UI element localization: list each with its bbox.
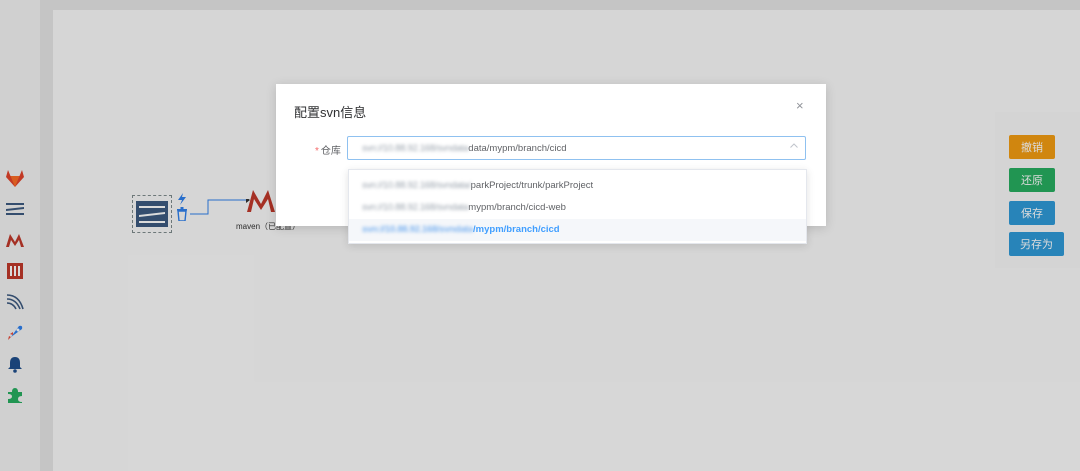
dialog-title: 配置svn信息 [294, 105, 367, 120]
dropdown-option-selected[interactable]: svn://10.88.92.168/svndata/mypm/branch/c… [349, 219, 806, 241]
dropdown-option[interactable]: svn://10.88.92.168/svndatamypm/branch/ci… [349, 197, 806, 219]
repository-select-value: svn://10.88.92.168/svndatadata/mypm/bran… [362, 143, 567, 154]
repository-select[interactable]: svn://10.88.92.168/svndatadata/mypm/bran… [347, 136, 806, 160]
option-text: mypm/branch/cicd-web [468, 202, 566, 213]
blurred-text: svn://10.88.92.168/svndata [362, 202, 469, 213]
repository-label-text: 仓库 [320, 146, 341, 157]
blurred-text: svn://10.88.92.168/svndata [362, 143, 469, 154]
select-value-text: data/mypm/branch/cicd [468, 143, 567, 154]
repository-label: * 仓库 [315, 142, 341, 157]
repository-form-row: * 仓库 svn://10.88.92.168/svndatadata/mypm/… [276, 136, 826, 161]
option-text: parkProject/trunk/parkProject [470, 180, 594, 191]
repository-dropdown: svn://10.88.92.168/svndata/parkProject/t… [348, 169, 807, 244]
required-mark: * [315, 146, 319, 157]
chevron-up-icon[interactable] [789, 141, 799, 151]
blurred-text: svn://10.88.92.168/svndata/ [362, 180, 471, 191]
dropdown-option[interactable]: svn://10.88.92.168/svndata/parkProject/t… [349, 175, 806, 197]
blurred-text: svn://10.88.92.168/svndata [362, 224, 474, 235]
close-icon[interactable]: × [796, 98, 804, 113]
option-text: /mypm/branch/cicd [473, 224, 560, 235]
